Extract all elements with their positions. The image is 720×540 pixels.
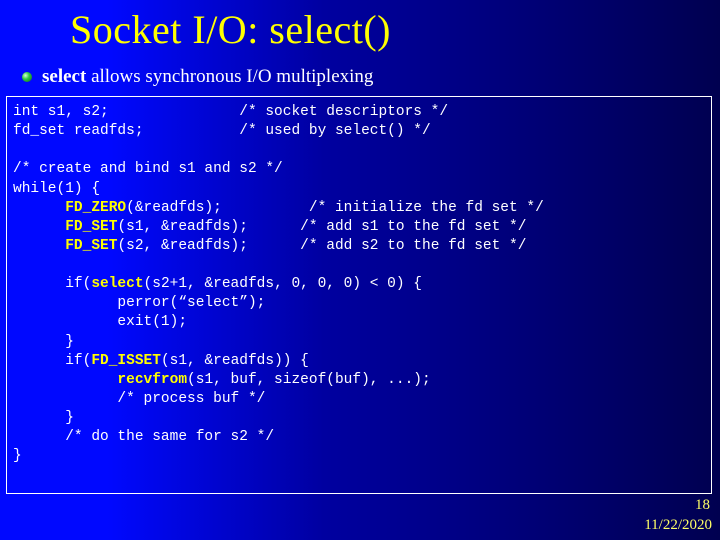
code-line: while(1) { (13, 181, 100, 197)
code-line: exit(1); (13, 314, 187, 330)
code-line: /* process buf */ (13, 391, 265, 407)
bullet-bold: select (42, 66, 86, 87)
code-block: int s1, s2; /* socket descriptors */ fd_… (6, 96, 712, 494)
code-line: if(FD_ISSET(s1, &readfds)) { (13, 353, 309, 369)
page-number: 18 (695, 497, 710, 514)
code-line: FD_SET(s1, &readfds); /* add s1 to the f… (13, 219, 526, 235)
fd-set-macro: FD_SET (65, 219, 117, 235)
fd-zero-macro: FD_ZERO (65, 200, 126, 216)
code-line: } (13, 334, 74, 350)
code-line: /* do the same for s2 */ (13, 429, 274, 445)
fd-isset-macro: FD_ISSET (91, 353, 161, 369)
code-line: perror(“select”); (13, 295, 265, 311)
slide-title: Socket I/O: select() (70, 6, 391, 53)
recvfrom-call: recvfrom (117, 372, 187, 388)
bullet-text: select allows synchronous I/O multiplexi… (42, 66, 373, 88)
code-line: int s1, s2; /* socket descriptors */ (13, 104, 448, 120)
fd-set-macro: FD_SET (65, 238, 117, 254)
bullet-row: select allows synchronous I/O multiplexi… (22, 66, 373, 88)
code-line: fd_set readfds; /* used by select() */ (13, 123, 431, 139)
code-line: } (13, 410, 74, 426)
code-line: } (13, 448, 22, 464)
code-line: recvfrom(s1, buf, sizeof(buf), ...); (13, 372, 431, 388)
footer-date: 11/22/2020 (644, 517, 712, 534)
bullet-icon (22, 72, 32, 82)
select-call: select (91, 276, 143, 292)
bullet-rest: allows synchronous I/O multiplexing (86, 66, 373, 87)
code-line: /* create and bind s1 and s2 */ (13, 161, 283, 177)
code-line: FD_ZERO(&readfds); /* initialize the fd … (13, 200, 544, 216)
code-line: FD_SET(s2, &readfds); /* add s2 to the f… (13, 238, 526, 254)
slide: Socket I/O: select() select allows synch… (0, 0, 720, 540)
code-line: if(select(s2+1, &readfds, 0, 0, 0) < 0) … (13, 276, 422, 292)
